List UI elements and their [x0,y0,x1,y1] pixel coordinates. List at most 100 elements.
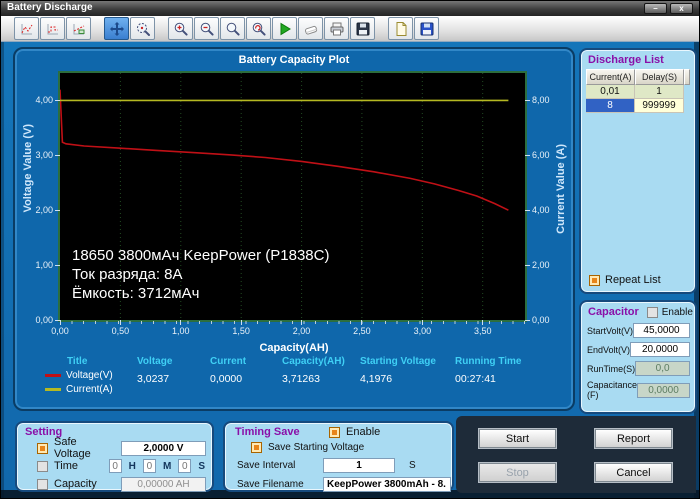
annotation-line-3: Ёмкость: 3712мАч [72,285,200,302]
axis-tick-label: 4,00 [532,205,550,216]
legend-item-current: Current(A) [45,384,137,395]
repeat-list-option[interactable]: Repeat List [589,274,661,286]
timing-save-enable-checkbox[interactable] [329,426,340,438]
erase-button[interactable] [298,17,323,40]
chart-annotation: 18650 3800мАч KeepPower (P1838C) Ток раз… [72,246,329,303]
voltage-legend-swatch [45,374,61,377]
save-interval-field[interactable]: 1 [323,458,395,473]
voltage-value: 3,0237 [137,373,170,385]
step-plot-button[interactable] [40,17,65,40]
stats-col-title: Title Voltage(V) Current(A) [45,356,137,395]
current-legend-swatch [45,388,61,391]
stats-col-running-time: Running Time 00:27:41 [455,356,550,395]
stats-col-starting-voltage: Starting Voltage 4,1976 [360,356,455,395]
legend-item-voltage: Voltage(V) [45,370,137,381]
zoom-reset-icon [252,22,266,36]
cell-delay[interactable]: 1 [635,85,684,99]
zoom-track-button[interactable] [130,17,155,40]
chart-stats: Title Voltage(V) Current(A) Voltage 3,02… [45,356,550,395]
left-axis-title: Voltage Value (V) [22,124,34,213]
save-starting-voltage-row: Save Starting Voltage [225,438,452,455]
endvolt-label: EndVolt(V) [587,344,631,355]
hours-unit-label: H [128,460,136,472]
time-minutes-field[interactable]: 0 [142,459,156,473]
capacity-value: 3,71263 [282,373,320,385]
save-interval-row: Save Interval 1 S [225,455,452,474]
time-row: Time 0 H 0 M 0 S [17,457,212,475]
timing-save-header: Timing Save Enable [225,423,452,438]
save-data-button[interactable] [414,17,439,40]
zoom-in-button[interactable] [168,17,193,40]
startvolt-row: StartVolt(V) 45,0000 [581,322,695,339]
axis-tick-label: 0,00 [51,326,69,336]
report-button[interactable]: Report [595,429,672,448]
printer-icon [330,22,343,35]
seconds-unit-label: S [198,460,205,472]
step-plot-icon [47,23,58,34]
running-time-value: 00:27:41 [455,373,496,385]
minutes-unit-label: M [162,460,172,472]
table-row[interactable]: 0,01 1 [586,85,690,99]
battery-discharge-window: Battery Discharge – x Battery Capacity P… [0,0,700,499]
save-starting-voltage-checkbox[interactable] [251,442,262,453]
stats-col-capacity: Capacity(AH) 3,71263 [282,356,360,395]
close-button[interactable]: x [670,3,693,14]
repeat-list-checkbox[interactable] [589,274,600,286]
capacitor-enable-checkbox[interactable] [646,306,658,318]
safe-voltage-checkbox[interactable] [37,442,48,454]
cell-delay[interactable]: 999999 [635,99,684,113]
legend-plot-button[interactable] [66,17,91,40]
axis-tick-label: 8,00 [532,95,550,106]
stats-header: Capacity(AH) [282,356,345,367]
safe-voltage-field[interactable]: 2,0000 V [120,440,206,456]
stats-header: Title [67,356,88,367]
zoom-track-icon [136,22,150,36]
column-header-current[interactable]: Current(A) [586,69,635,85]
voltage-legend-label: Voltage(V) [66,370,113,381]
capacity-checkbox[interactable] [37,478,48,490]
save-button[interactable] [350,17,375,40]
startvolt-label: StartVolt(V) [587,325,634,336]
axis-tick-label: 6,00 [532,150,550,161]
zoom-out-icon [200,22,214,36]
save-filename-field[interactable]: KeepPower 3800mAh - 8. [323,477,451,492]
time-seconds-field[interactable]: 0 [178,459,192,473]
cell-current[interactable]: 8 [586,99,635,113]
annotation-line-1: 18650 3800мАч KeepPower (P1838C) [72,247,330,264]
zoom-reset-button[interactable] [246,17,271,40]
current-legend-label: Current(A) [66,384,113,395]
new-file-button[interactable] [388,17,413,40]
time-checkbox[interactable] [37,460,48,472]
axis-tick-mark [525,264,530,266]
axis-tick-label: 3,00 [413,326,432,336]
stats-col-voltage: Voltage 3,0237 [137,356,210,395]
axis-tick-label: 0,00 [532,315,550,325]
startvolt-field[interactable]: 45,0000 [633,323,690,338]
zoom-out-button[interactable] [194,17,219,40]
table-row-selected[interactable]: 8 999999 [586,99,690,113]
stats-header: Starting Voltage [360,356,436,367]
discharge-table-header: Current(A) Delay(S) [586,69,690,85]
curve-plot-button[interactable] [14,17,39,40]
endvolt-field[interactable]: 20,0000 [630,342,690,357]
axis-tick-label: 3,00 [35,150,53,161]
toolbar [1,16,699,42]
setting-panel: Setting Safe Voltage 2,0000 V Time 0 H 0… [15,421,214,492]
pan-fit-button[interactable] [104,17,129,40]
print-button[interactable] [324,17,349,40]
capacitor-enable-label: Enable [661,306,693,318]
floppy-icon [356,22,369,35]
run-button[interactable] [272,17,297,40]
axis-tick-mark [301,320,303,325]
axis-tick-label: 2,00 [35,205,53,216]
column-header-delay[interactable]: Delay(S) [635,69,684,85]
time-hours-field[interactable]: 0 [108,459,122,473]
stats-header: Voltage [137,356,173,367]
timing-save-title: Timing Save [235,426,300,438]
start-button[interactable]: Start [479,429,556,448]
minimize-button[interactable]: – [644,3,667,14]
cell-current[interactable]: 0,01 [586,85,635,99]
cancel-button[interactable]: Cancel [595,463,672,482]
axis-tick-mark [55,264,60,266]
zoom-window-button[interactable] [220,17,245,40]
